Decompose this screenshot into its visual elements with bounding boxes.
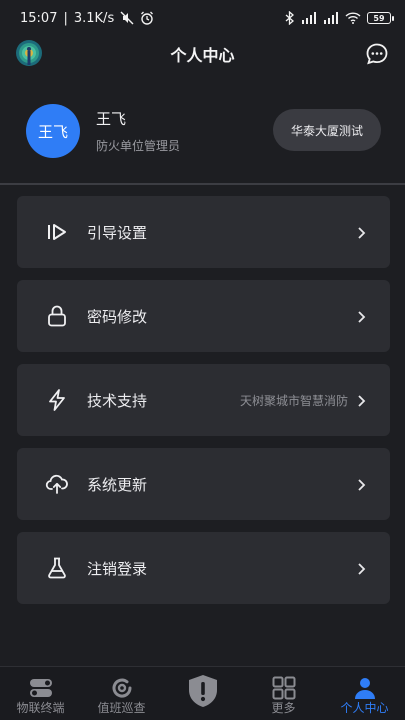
tab-label: 个人中心: [340, 701, 389, 715]
wifi-icon: [345, 12, 361, 24]
avatar[interactable]: 王飞: [26, 104, 80, 158]
status-separator: |: [63, 10, 68, 26]
status-right: 59: [285, 11, 394, 25]
signal-icon-1: [301, 12, 317, 24]
lightning-icon: [45, 388, 69, 412]
battery-indicator: 59: [367, 12, 394, 24]
tab-duty-patrol[interactable]: 值班巡查: [81, 667, 162, 720]
tab-label: 更多: [271, 701, 296, 715]
profile-section: 王飞 王飞 防火单位管理员 华泰大厦测试: [0, 94, 405, 170]
user-role: 防火单位管理员: [96, 139, 181, 153]
toggle-switch-icon: [28, 675, 54, 701]
tab-personal-center[interactable]: 个人中心: [324, 667, 405, 720]
mute-icon: [120, 11, 134, 25]
user-name: 王飞: [96, 110, 127, 128]
chat-bubble-icon[interactable]: [365, 42, 389, 66]
flask-icon: [45, 556, 69, 580]
menu-label: 技术支持: [87, 391, 148, 410]
tab-more[interactable]: 更多: [243, 667, 324, 720]
peacock-logo-icon: [14, 38, 44, 68]
menu-item-change-password[interactable]: 密码修改: [17, 280, 390, 352]
chevron-right-icon: [354, 393, 368, 407]
lock-icon: [45, 304, 69, 328]
signal-icon-2: [323, 12, 339, 24]
status-time: 15:07: [20, 10, 58, 26]
bluetooth-icon: [285, 11, 295, 25]
chevron-right-icon: [354, 225, 368, 239]
tab-alarm[interactable]: [162, 667, 243, 720]
menu-item-system-update[interactable]: 系统更新: [17, 448, 390, 520]
chevron-right-icon: [354, 561, 368, 575]
grid-apps-icon: [271, 675, 297, 701]
shield-alert-icon: [185, 673, 221, 709]
menu-label: 引导设置: [87, 223, 148, 242]
tab-iot-terminal[interactable]: 物联终端: [0, 667, 81, 720]
status-left: 15:07 | 3.1K/s: [20, 11, 154, 26]
chevron-right-icon: [354, 309, 368, 323]
menu-item-tech-support[interactable]: 技术支持 天树聚城市智慧消防: [17, 364, 390, 436]
guide-play-icon: [45, 220, 69, 244]
tab-label: 值班巡查: [97, 701, 146, 715]
tab-label: 物联终端: [16, 701, 65, 715]
person-icon: [352, 675, 378, 701]
menu-label: 注销登录: [87, 559, 148, 578]
status-bar: 15:07 | 3.1K/s 59: [0, 0, 405, 36]
menu-item-logout[interactable]: 注销登录: [17, 532, 390, 604]
bottom-tab-bar: 物联终端 值班巡查 更多 个人中心: [0, 666, 405, 720]
patrol-target-icon: [109, 675, 135, 701]
page-title: 个人中心: [170, 46, 235, 65]
menu-value: 天树聚城市智慧消防: [239, 393, 348, 408]
menu-label: 密码修改: [87, 307, 148, 326]
section-divider: [0, 183, 405, 185]
alarm-icon: [140, 11, 154, 25]
status-network-speed: 3.1K/s: [73, 10, 115, 26]
organization-button[interactable]: 华泰大厦测试: [272, 109, 381, 151]
cloud-upload-icon: [45, 472, 69, 496]
app-header: 个人中心: [0, 36, 405, 72]
menu-item-guide-settings[interactable]: 引导设置: [17, 196, 390, 268]
settings-menu: 引导设置 密码修改 技术支持 天树聚城市智慧消防 系统更新 注销登录: [17, 196, 390, 616]
chevron-right-icon: [354, 477, 368, 491]
menu-label: 系统更新: [87, 475, 148, 494]
